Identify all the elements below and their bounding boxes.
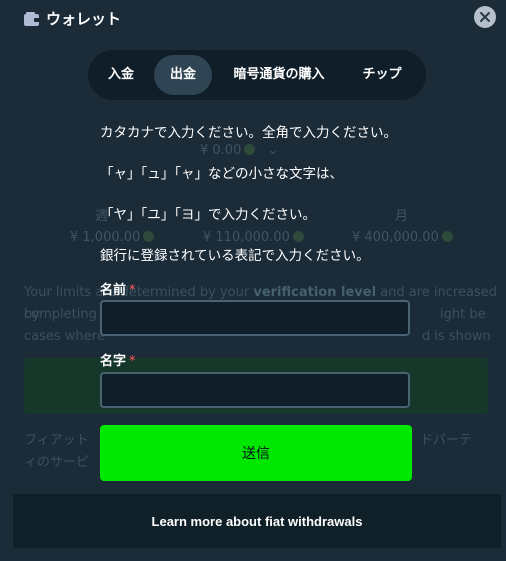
fiat-withdrawals-link[interactable]: Learn more about fiat withdrawals <box>13 494 501 548</box>
fiat-withdrawals-link-label: Learn more about fiat withdrawals <box>151 513 363 529</box>
fiat-info-text: フィアット <box>24 433 89 448</box>
wallet-header: ウォレット <box>0 0 506 36</box>
tab-withdraw[interactable]: 出金 <box>154 55 212 95</box>
required-mark: * <box>129 354 136 369</box>
limits-info-text: d is shown <box>422 329 491 344</box>
submit-button[interactable]: 送信 <box>100 425 412 481</box>
fiat-info-text: ィのサービ <box>24 455 90 470</box>
instruction-line: 銀行に登録されている表記で入力ください。 <box>100 248 370 264</box>
last-name-input[interactable] <box>100 372 410 408</box>
limit-value: ¥ 1,000.00 <box>70 230 155 245</box>
instruction-line: 「ャ」「ュ」「ャ」などの小さな文字は、 <box>100 166 343 182</box>
fiat-info-text: ドパーテ <box>420 433 473 448</box>
coin-icon <box>244 144 256 155</box>
limits-info-text: cases where <box>24 329 105 344</box>
limits-info-text: completing <box>24 307 97 322</box>
limit-value: ¥ 400,000.00 <box>352 230 453 245</box>
wallet-tabs: 入金 出金 暗号通貨の購入 チップ <box>88 50 426 100</box>
chevron-down-icon: ⌄ <box>267 143 279 158</box>
tab-deposit[interactable]: 入金 <box>96 55 146 95</box>
instruction-line: カタカナで入力ください。全角で入力ください。 <box>100 125 397 141</box>
limit-value: ¥ 110,000.00 <box>203 230 304 245</box>
first-name-input[interactable] <box>100 300 410 336</box>
wallet-icon <box>24 11 40 26</box>
limits-info-text: ight be <box>440 307 486 322</box>
page-title: ウォレット <box>46 10 122 28</box>
balance-amount: ¥ 0.00 ⌄ <box>200 143 279 158</box>
tab-tip[interactable]: チップ <box>346 55 418 95</box>
last-name-label: 名字 * <box>100 354 136 369</box>
close-button[interactable] <box>474 6 496 28</box>
instruction-line: 「ヤ」「ユ」「ヨ」で入力ください。 <box>100 207 316 223</box>
close-icon <box>480 12 490 22</box>
limit-period-label: 月 <box>395 209 409 224</box>
tab-buy-crypto[interactable]: 暗号通貨の購入 <box>220 55 338 95</box>
required-mark: * <box>129 283 136 298</box>
first-name-label: 名前 * <box>100 283 136 298</box>
